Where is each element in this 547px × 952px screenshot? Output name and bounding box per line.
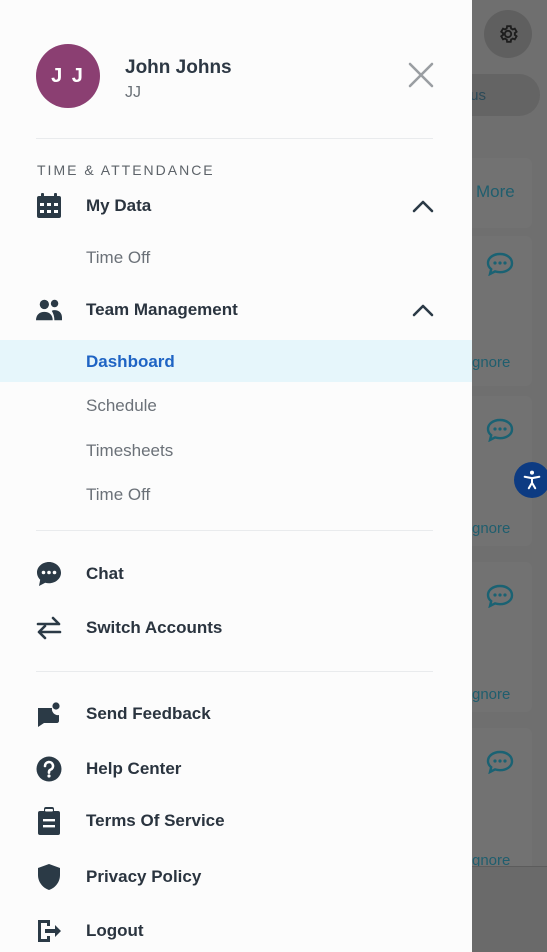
chevron-up-icon[interactable] bbox=[412, 199, 434, 213]
sub-item-dashboard[interactable]: Dashboard bbox=[86, 352, 175, 372]
help-icon bbox=[36, 756, 62, 782]
chat-bubble-icon[interactable] bbox=[486, 418, 514, 442]
nav-label: Logout bbox=[86, 921, 144, 940]
swap-arrows-icon bbox=[36, 615, 62, 641]
nav-label: My Data bbox=[86, 196, 152, 215]
nav-label: Send Feedback bbox=[86, 704, 211, 723]
nav-label: Switch Accounts bbox=[86, 618, 223, 637]
sub-item-timesheets[interactable]: Timesheets bbox=[86, 441, 173, 461]
avatar[interactable]: J J bbox=[36, 44, 100, 108]
more-link[interactable]: More bbox=[476, 182, 515, 202]
chat-bubble-icon[interactable] bbox=[486, 252, 514, 276]
nav-label: Privacy Policy bbox=[86, 867, 202, 886]
chevron-up-icon[interactable] bbox=[412, 303, 434, 317]
user-profile: J J John Johns JJ bbox=[36, 44, 434, 108]
nav-label: Terms Of Service bbox=[86, 811, 225, 830]
accessibility-button[interactable] bbox=[514, 462, 547, 498]
divider bbox=[36, 530, 433, 531]
shield-icon bbox=[36, 864, 62, 890]
ignore-link[interactable]: gnore bbox=[472, 354, 510, 371]
ignore-link[interactable]: gnore bbox=[472, 520, 510, 537]
sub-item-time-off[interactable]: Time Off bbox=[86, 485, 150, 505]
nav-team-management[interactable]: Team Management bbox=[0, 296, 472, 324]
people-icon bbox=[36, 297, 62, 323]
navigation-drawer: J J John Johns JJ TIME & ATTENDANCE My D… bbox=[0, 0, 472, 952]
nav-label: Help Center bbox=[86, 759, 182, 778]
user-initials: JJ bbox=[125, 84, 141, 101]
calendar-icon bbox=[36, 193, 62, 219]
active-item-highlight bbox=[0, 340, 472, 382]
user-name: John Johns bbox=[125, 57, 232, 78]
nav-switch-accounts[interactable]: Switch Accounts bbox=[0, 614, 472, 642]
nav-chat[interactable]: Chat bbox=[0, 560, 472, 588]
feedback-icon bbox=[36, 701, 62, 727]
chat-bubble-icon[interactable] bbox=[486, 750, 514, 774]
nav-my-data[interactable]: My Data bbox=[0, 192, 472, 220]
sub-item-schedule[interactable]: Schedule bbox=[86, 396, 157, 416]
bottom-bar bbox=[472, 866, 547, 952]
nav-logout[interactable]: Logout bbox=[0, 917, 472, 945]
chat-bubble-icon[interactable] bbox=[486, 584, 514, 608]
divider bbox=[36, 671, 433, 672]
accessibility-icon bbox=[523, 470, 541, 490]
close-icon[interactable] bbox=[406, 60, 436, 90]
chat-icon bbox=[36, 561, 62, 587]
clipboard-icon bbox=[36, 807, 62, 835]
nav-label: Team Management bbox=[86, 300, 238, 319]
nav-privacy-policy[interactable]: Privacy Policy bbox=[0, 863, 472, 891]
nav-help-center[interactable]: Help Center bbox=[0, 755, 472, 783]
nav-terms-of-service[interactable]: Terms Of Service bbox=[0, 807, 472, 835]
ignore-link[interactable]: gnore bbox=[472, 686, 510, 703]
logout-icon bbox=[36, 918, 62, 944]
nav-send-feedback[interactable]: Send Feedback bbox=[0, 700, 472, 728]
sub-item-time-off[interactable]: Time Off bbox=[86, 248, 150, 268]
gear-icon bbox=[500, 25, 518, 43]
divider bbox=[36, 138, 433, 139]
nav-label: Chat bbox=[86, 564, 124, 583]
settings-button[interactable] bbox=[484, 10, 532, 58]
section-title: TIME & ATTENDANCE bbox=[37, 162, 215, 178]
